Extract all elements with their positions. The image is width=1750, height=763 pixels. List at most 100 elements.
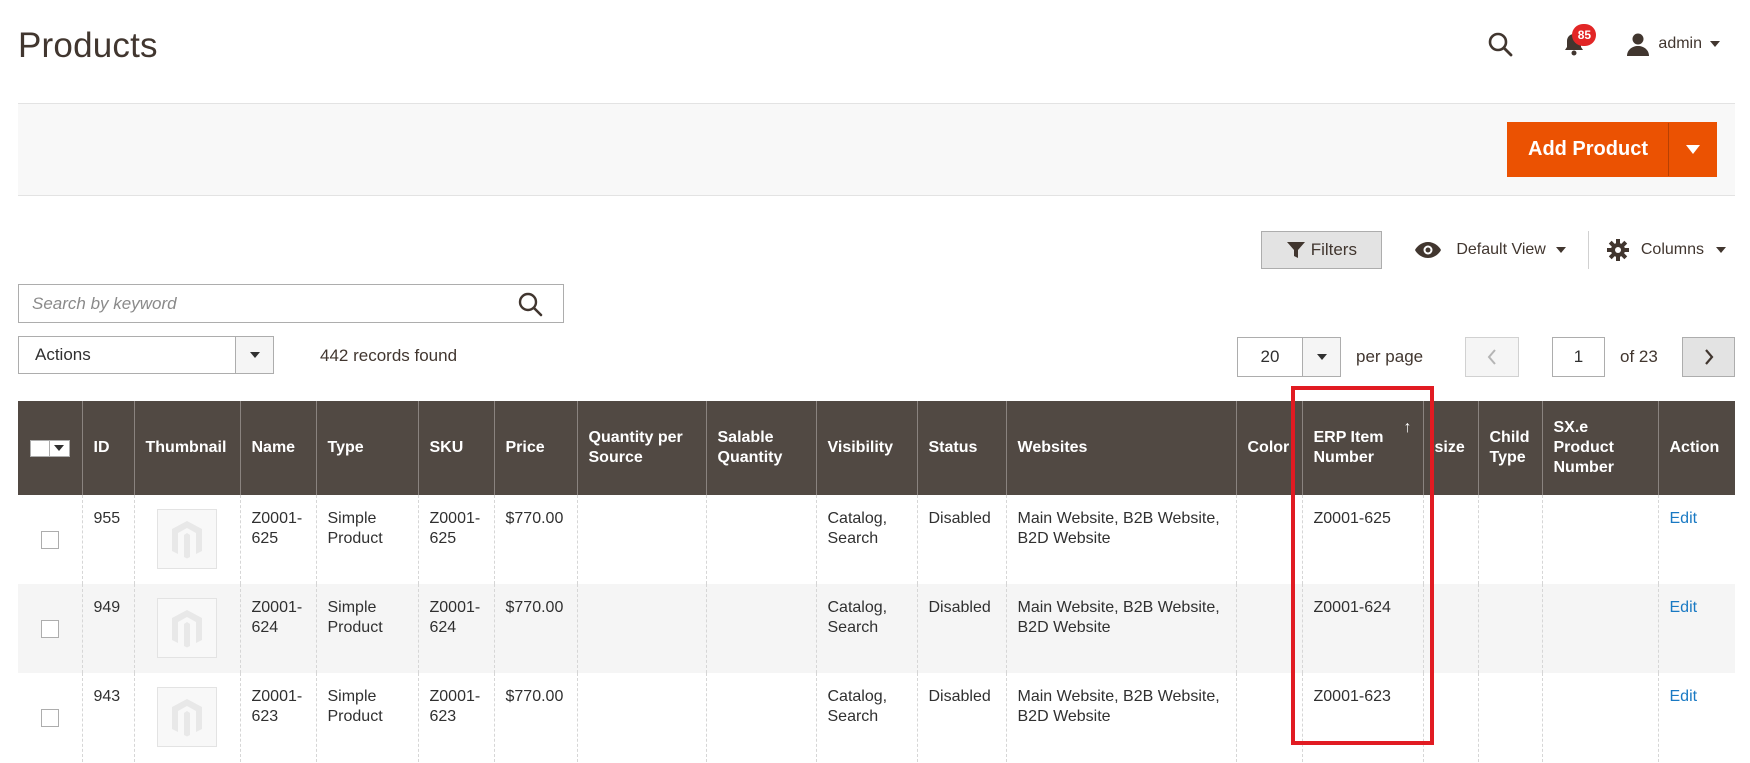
search-submit-button[interactable] (517, 291, 543, 322)
cell-erp-item-number: Z0001-624 (1301, 584, 1423, 673)
column-header-child-type[interactable]: Child Type (1477, 401, 1542, 495)
cell-id: 949 (81, 584, 134, 673)
filters-button[interactable]: Filters (1261, 231, 1383, 269)
edit-link[interactable]: Edit (1670, 688, 1698, 705)
mass-actions-select[interactable]: Actions (18, 336, 274, 374)
edit-link[interactable]: Edit (1670, 510, 1698, 527)
cell-salable-quantity (705, 673, 816, 762)
mass-select-checkbox[interactable] (29, 439, 50, 457)
cell-size (1422, 495, 1478, 584)
product-thumbnail[interactable] (156, 509, 217, 569)
cell-status: Disabled (916, 495, 1006, 584)
cell-price: $770.00 (493, 673, 577, 762)
keyword-search-input[interactable] (19, 285, 509, 322)
column-header-size[interactable]: size (1422, 401, 1478, 495)
current-page-input[interactable] (1552, 337, 1605, 377)
per-page-value: 20 (1260, 347, 1280, 366)
cell-status: Disabled (916, 673, 1006, 762)
add-product-dropdown-toggle[interactable] (1668, 123, 1716, 176)
mass-actions-value: Actions (35, 345, 91, 364)
placeholder-logo-icon (171, 699, 202, 737)
column-header-sku[interactable]: SKU (417, 401, 494, 495)
column-header-sxe-product-number[interactable]: SX.e Product Number (1541, 401, 1658, 495)
eye-icon (1415, 242, 1442, 258)
grid-header-row: ID Thumbnail Name Type SKU Price Quantit… (18, 401, 1735, 495)
column-header-visibility[interactable]: Visibility (815, 401, 917, 495)
header-actions: 85 admin (1484, 24, 1720, 62)
cell-color (1235, 495, 1302, 584)
column-header-websites[interactable]: Websites (1005, 401, 1236, 495)
cell-child-type (1477, 495, 1542, 584)
column-header-salable-quantity[interactable]: Salable Quantity (705, 401, 816, 495)
placeholder-logo-icon (171, 521, 202, 559)
column-header-quantity-per-source[interactable]: Quantity per Source (576, 401, 706, 495)
chevron-right-icon (1704, 349, 1713, 365)
cell-salable-quantity (705, 495, 816, 584)
table-row: 943 Z0001-623 Simple Product Z0001-623 $… (18, 673, 1735, 762)
row-checkbox[interactable] (41, 530, 59, 549)
previous-page-button[interactable] (1465, 337, 1519, 377)
mass-select-header[interactable] (18, 401, 82, 495)
add-product-button[interactable]: Add Product (1507, 122, 1717, 177)
products-grid: ID Thumbnail Name Type SKU Price Quantit… (18, 401, 1735, 762)
total-pages: of 23 (1620, 347, 1658, 366)
column-header-id[interactable]: ID (81, 401, 134, 495)
mass-select-dropdown[interactable] (49, 439, 70, 457)
default-view-button[interactable]: Default View (1414, 241, 1566, 259)
cell-sxe-product-number (1541, 673, 1658, 762)
page-actions-bar: Add Product (18, 103, 1735, 196)
records-found: 442 records found (320, 346, 458, 365)
product-thumbnail[interactable] (156, 598, 217, 658)
cell-visibility: Catalog, Search (815, 584, 917, 673)
cell-sku: Z0001-625 (417, 495, 494, 584)
user-icon (1627, 33, 1650, 56)
user-menu[interactable]: admin (1626, 32, 1720, 56)
cell-child-type (1477, 673, 1542, 762)
search-icon (518, 292, 543, 317)
chevron-down-icon (1710, 41, 1720, 47)
per-page-select[interactable]: 20 (1237, 337, 1341, 377)
per-page-dropdown-arrow[interactable] (1302, 338, 1340, 376)
mass-select-control[interactable] (29, 439, 71, 457)
column-header-type[interactable]: Type (315, 401, 418, 495)
chevron-down-icon (1555, 247, 1566, 253)
page-title: Products (18, 26, 158, 65)
add-product-label[interactable]: Add Product (1508, 123, 1668, 176)
filters-label: Filters (1310, 240, 1357, 259)
mass-actions-dropdown-arrow[interactable] (235, 337, 273, 373)
product-thumbnail[interactable] (156, 687, 217, 747)
next-page-button[interactable] (1682, 337, 1735, 377)
cell-name: Z0001-623 (239, 673, 316, 762)
column-header-thumbnail: Thumbnail (133, 401, 240, 495)
cell-thumbnail (133, 673, 240, 762)
cell-color (1235, 584, 1302, 673)
triangle-down-icon (54, 445, 65, 451)
row-checkbox[interactable] (41, 708, 59, 727)
cell-status: Disabled (916, 584, 1006, 673)
cell-erp-item-number: Z0001-623 (1301, 673, 1423, 762)
column-header-status[interactable]: Status (916, 401, 1006, 495)
triangle-down-icon (1316, 354, 1327, 360)
table-row: 949 Z0001-624 Simple Product Z0001-624 $… (18, 584, 1735, 673)
cell-name: Z0001-624 (239, 584, 316, 673)
cell-erp-item-number: Z0001-625 (1301, 495, 1423, 584)
view-label: Default View (1456, 241, 1546, 258)
erp-item-number-label: ERP Item Number (1313, 429, 1384, 466)
column-header-color[interactable]: Color (1235, 401, 1302, 495)
triangle-down-icon (249, 352, 260, 358)
global-search-button[interactable] (1484, 28, 1516, 60)
cell-type: Simple Product (315, 673, 418, 762)
cell-child-type (1477, 584, 1542, 673)
column-header-price[interactable]: Price (493, 401, 577, 495)
row-checkbox[interactable] (41, 619, 59, 638)
column-header-name[interactable]: Name (239, 401, 316, 495)
edit-link[interactable]: Edit (1670, 599, 1698, 616)
cell-thumbnail (133, 495, 240, 584)
table-row: 955 Z0001-625 Simple Product Z0001-625 $… (18, 495, 1735, 584)
column-header-erp-item-number[interactable]: ↑ ERP Item Number (1301, 401, 1423, 495)
notifications-button[interactable]: 85 (1558, 24, 1597, 60)
column-header-action: Action (1657, 401, 1735, 495)
cell-sxe-product-number (1541, 584, 1658, 673)
columns-button[interactable]: Columns (1606, 239, 1726, 261)
cell-quantity-per-source (576, 584, 706, 673)
